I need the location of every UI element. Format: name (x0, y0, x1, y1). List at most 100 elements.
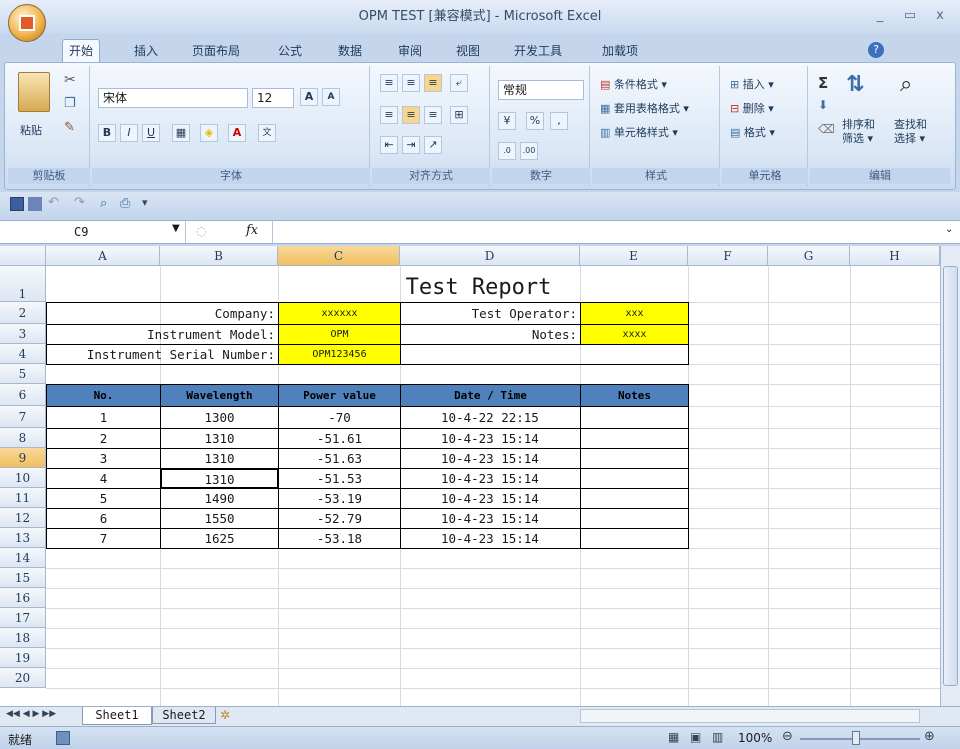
company-value[interactable]: xxxxxx (278, 302, 401, 325)
cell-styles-button[interactable]: ▥ 单元格样式 ▾ (600, 124, 678, 140)
column-header-e[interactable]: E (580, 246, 688, 266)
table-cell[interactable] (580, 468, 689, 489)
table-cell[interactable]: 1550 (160, 508, 279, 529)
model-value[interactable]: OPM (278, 324, 401, 345)
row-header-4[interactable]: 4 (0, 344, 46, 364)
save-as-icon[interactable] (28, 197, 42, 211)
vertical-scrollbar[interactable] (940, 246, 960, 706)
operator-value[interactable]: xxx (580, 302, 689, 325)
percent-icon[interactable]: % (526, 112, 544, 130)
horizontal-scrollbar[interactable] (580, 709, 920, 723)
row-header-20[interactable]: 20 (0, 668, 46, 688)
table-header-1[interactable]: Wavelength (160, 384, 279, 407)
tab-formulas[interactable]: 公式 (272, 40, 308, 62)
normal-view-icon[interactable]: ▦ (668, 730, 679, 744)
tab-insert[interactable]: 插入 (128, 40, 164, 62)
row-header-13[interactable]: 13 (0, 528, 46, 548)
serial-value[interactable]: OPM123456 (278, 344, 401, 365)
tab-view[interactable]: 视图 (450, 40, 486, 62)
table-cell[interactable]: -53.18 (278, 528, 401, 549)
row-header-18[interactable]: 18 (0, 628, 46, 648)
row-header-17[interactable]: 17 (0, 608, 46, 628)
table-cell[interactable]: 10-4-23 15:14 (400, 528, 581, 549)
fill-color-icon[interactable]: ◈ (200, 124, 218, 142)
table-cell[interactable]: -51.63 (278, 448, 401, 469)
tab-home[interactable]: 开始 (62, 39, 101, 63)
row-header-14[interactable]: 14 (0, 548, 46, 568)
row-header-2[interactable]: 2 (0, 302, 46, 324)
increase-indent-icon[interactable]: ⇥ (402, 136, 420, 154)
redo-icon[interactable]: ↷ (74, 195, 85, 210)
row-header-8[interactable]: 8 (0, 428, 46, 448)
table-cell[interactable]: -53.19 (278, 488, 401, 509)
maximize-button[interactable]: ▭ (900, 8, 920, 24)
table-cell[interactable]: -52.79 (278, 508, 401, 529)
table-header-4[interactable]: Notes (580, 384, 689, 407)
increase-decimal-icon[interactable]: .0 (498, 142, 516, 160)
notes-value[interactable]: xxxx (580, 324, 689, 345)
table-cell[interactable]: 1490 (160, 488, 279, 509)
column-header-d[interactable]: D (400, 246, 580, 266)
comma-icon[interactable]: , (550, 112, 568, 130)
column-header-a[interactable]: A (46, 246, 160, 266)
number-format-combo[interactable]: 常规 (498, 80, 584, 100)
italic-icon[interactable]: I (120, 124, 138, 142)
table-cell[interactable]: 1310 (160, 448, 279, 469)
table-cell[interactable]: 5 (46, 488, 161, 509)
serial-label[interactable]: Instrument Serial Number: (46, 344, 279, 365)
find-select-icon[interactable]: ⌕ (900, 72, 912, 97)
zoom-out-icon[interactable]: ⊖ (782, 729, 793, 744)
autosum-icon[interactable]: Σ (818, 74, 828, 92)
currency-icon[interactable]: ¥ (498, 112, 516, 130)
format-painter-icon[interactable]: ✎ (64, 120, 75, 135)
worksheet-grid[interactable]: ABCDEFGH 1 2 3 4 5 6 7 8 9 10 11 12 13 14 15 16 17 18 19 20… (0, 246, 940, 706)
table-header-2[interactable]: Power value (278, 384, 401, 407)
sheet-tab-sheet1[interactable]: Sheet1 (82, 707, 152, 725)
table-header-3[interactable]: Date / Time (400, 384, 581, 407)
table-cell[interactable]: 7 (46, 528, 161, 549)
row-header-5[interactable]: 5 (0, 364, 46, 384)
sheet-nav-first-icon[interactable]: ◀◀ ◀ ▶ ▶▶ (6, 709, 56, 719)
shrink-font-icon[interactable]: A (322, 88, 340, 106)
help-icon[interactable]: ? (868, 42, 884, 58)
column-header-c[interactable]: C (278, 246, 400, 266)
print-preview-icon[interactable]: ⌕ (100, 196, 107, 211)
tab-data[interactable]: 数据 (332, 40, 368, 62)
print-icon[interactable]: ⎙ (120, 196, 130, 211)
column-header-h[interactable]: H (850, 246, 940, 266)
row-header-15[interactable]: 15 (0, 568, 46, 588)
copy-icon[interactable]: ❐ (64, 96, 76, 111)
column-header-g[interactable]: G (768, 246, 850, 266)
company-label[interactable]: Company: (46, 302, 279, 325)
table-cell[interactable]: -70 (278, 406, 401, 429)
zoom-slider[interactable] (800, 738, 920, 740)
insert-sheet-icon[interactable]: ✲ (220, 708, 230, 722)
tab-developer[interactable]: 开发工具 (508, 40, 568, 62)
operator-label[interactable]: Test Operator: (400, 302, 581, 325)
align-middle-icon[interactable]: ≡ (402, 74, 420, 92)
table-cell[interactable]: 10-4-23 15:14 (400, 488, 581, 509)
sheet-tab-sheet2[interactable]: Sheet2 (152, 707, 216, 724)
tab-review[interactable]: 审阅 (392, 40, 428, 62)
table-cell[interactable] (580, 448, 689, 469)
serial-blank[interactable] (400, 344, 689, 365)
phonetic-icon[interactable]: 文 (258, 124, 276, 142)
table-cell[interactable]: -51.53 (278, 468, 401, 489)
undo-icon[interactable]: ↶ (48, 195, 59, 210)
font-color-icon[interactable]: A (228, 124, 246, 142)
bold-icon[interactable]: B (98, 124, 116, 142)
borders-icon[interactable]: ▦ (172, 124, 190, 142)
table-cell[interactable]: 10-4-23 15:14 (400, 428, 581, 449)
align-top-icon[interactable]: ≡ (380, 74, 398, 92)
name-box[interactable]: C9 (0, 221, 186, 243)
close-button[interactable]: x (930, 8, 950, 24)
model-label[interactable]: Instrument Model: (46, 324, 279, 345)
table-cell[interactable] (580, 508, 689, 529)
minimize-button[interactable]: _ (870, 8, 890, 24)
formula-input[interactable] (272, 221, 932, 243)
table-cell[interactable]: 6 (46, 508, 161, 529)
office-button[interactable] (8, 4, 46, 42)
zoom-slider-thumb[interactable] (852, 731, 860, 745)
orientation-icon[interactable]: ↗ (424, 136, 442, 154)
merge-center-icon[interactable]: ⊞ (450, 106, 468, 124)
